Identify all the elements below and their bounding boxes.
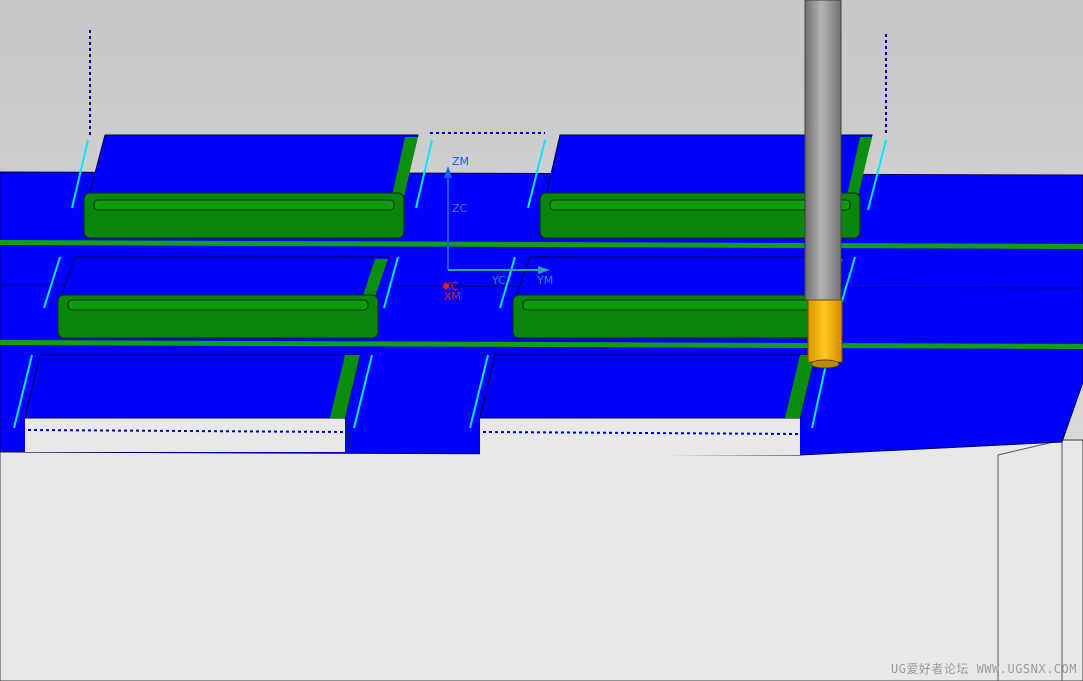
pad-top-left — [83, 134, 419, 239]
label-xm: XM — [444, 290, 461, 303]
label-zc: ZC — [452, 202, 468, 215]
label-zm: ZM — [452, 155, 469, 168]
watermark: UG爱好者论坛 WWW.UGSNX.COM — [890, 662, 1077, 676]
3d-graphics-window[interactable]: ZM ZC YC YM XC XM UG爱好者论坛 WWW.UGSNX.COM — [0, 0, 1083, 681]
label-yc: YC — [491, 274, 506, 287]
tool-shank — [804, 0, 842, 301]
cutting-tool — [804, 0, 843, 369]
tool-tip — [810, 359, 840, 369]
label-ym: YM — [536, 274, 553, 287]
part-model-view[interactable]: ZM ZC YC YM XC XM — [0, 0, 1083, 681]
pad-mid-left — [57, 256, 389, 339]
pad-mid-right — [512, 256, 844, 339]
tool-holder — [807, 299, 843, 363]
stock-body — [0, 439, 1083, 681]
